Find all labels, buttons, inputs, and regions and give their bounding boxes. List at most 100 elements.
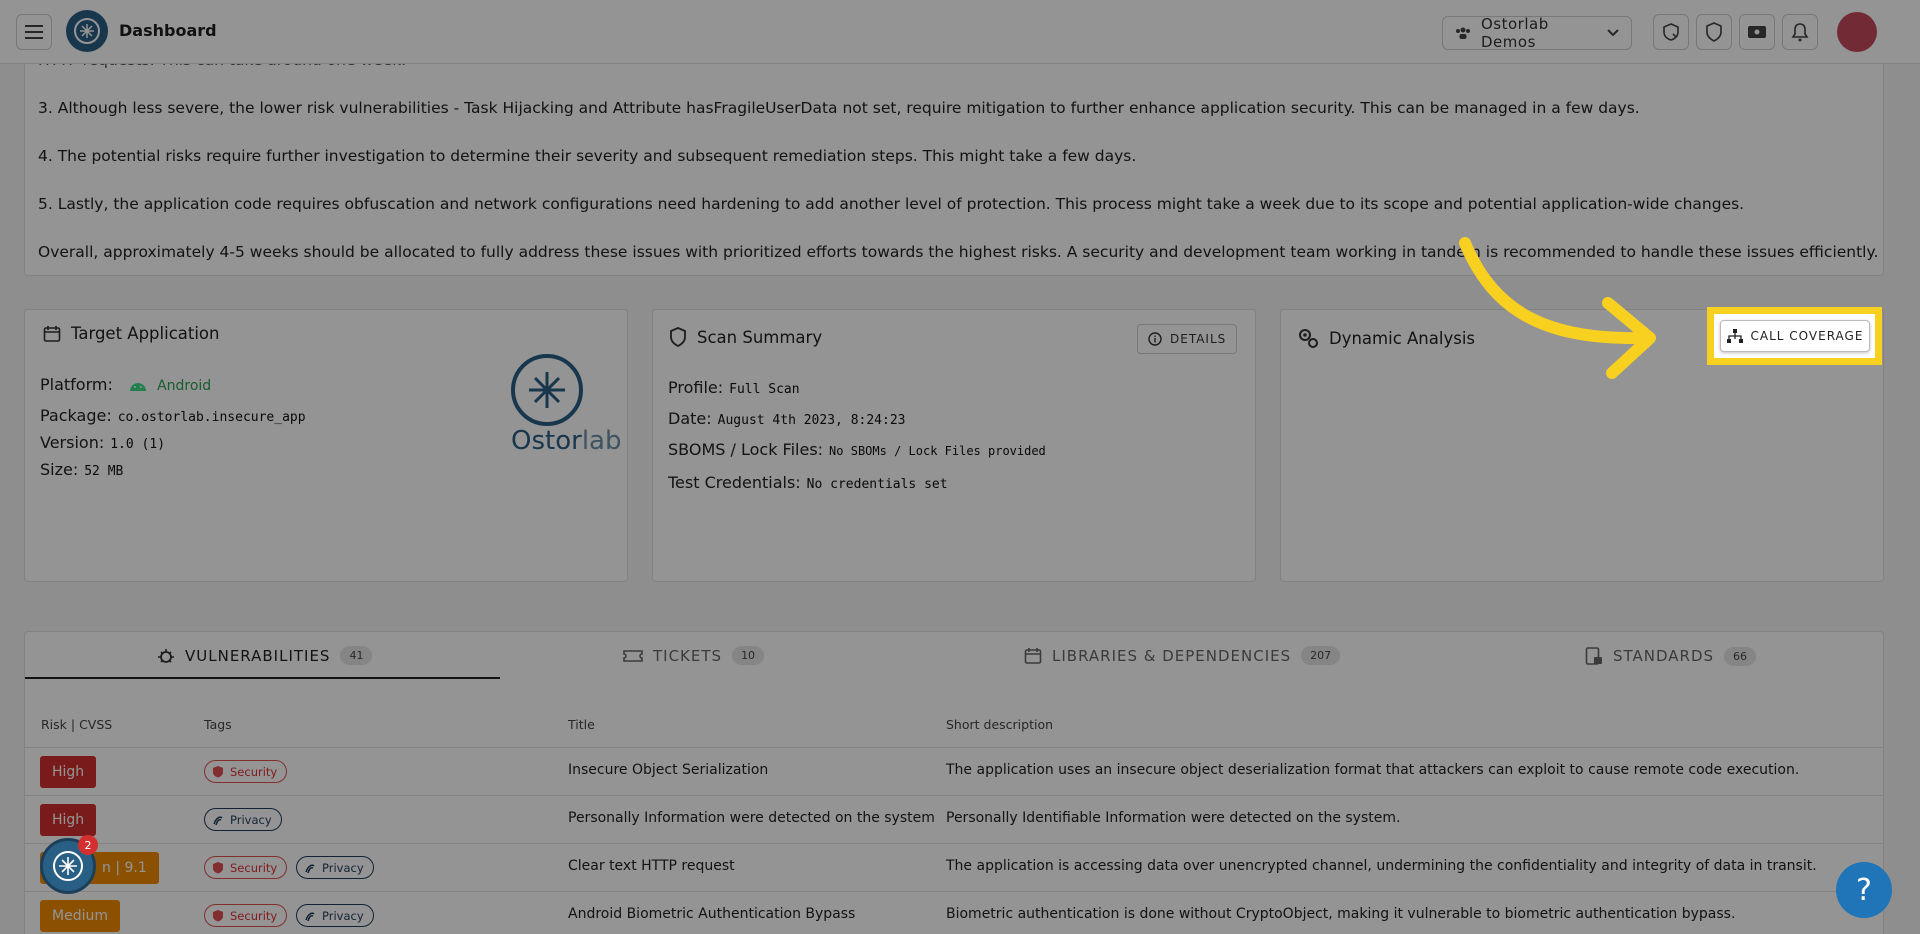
tag-label: Security bbox=[230, 860, 278, 875]
vulnerability-description: The application uses an insecure object … bbox=[946, 762, 1800, 778]
scan-summary-label: Scan Summary bbox=[697, 327, 823, 347]
security-button[interactable] bbox=[1696, 14, 1732, 50]
fingerprint-icon bbox=[305, 864, 315, 873]
vulnerability-title: Insecure Object Serialization bbox=[568, 762, 769, 778]
target-application-title: Target Application bbox=[43, 324, 219, 343]
gears-icon bbox=[1299, 329, 1318, 348]
scan-button[interactable] bbox=[1653, 14, 1689, 50]
logo-icon bbox=[74, 18, 100, 44]
platform-label: Platform: bbox=[40, 375, 113, 394]
shield-outline-icon bbox=[670, 327, 686, 347]
sboms-label: SBOMS / Lock Files: bbox=[668, 440, 824, 459]
date-label: Date: bbox=[668, 409, 712, 428]
vulnerability-description: Biometric authentication is done without… bbox=[946, 906, 1736, 922]
tag-label: Security bbox=[230, 764, 278, 779]
package-row: Package: co.ostorlab.insecure_app bbox=[40, 406, 306, 425]
tab-libraries[interactable]: LIBRARIES & DEPENDENCIES 207 bbox=[1024, 646, 1341, 665]
date-row: Date: August 4th 2023, 8:24:23 bbox=[668, 409, 905, 428]
tag-label: Security bbox=[230, 908, 278, 923]
call-coverage-label: CALL COVERAGE bbox=[1750, 329, 1864, 343]
tickets-button[interactable] bbox=[1739, 14, 1775, 50]
bell-icon bbox=[1791, 23, 1809, 42]
results-tabs-panel: VULNERABILITIES 41 TICKETS 10 LIBRARIES & … bbox=[24, 631, 1884, 934]
platform-row: Platform: Android bbox=[40, 375, 211, 394]
date-value: August 4th 2023, 8:24:23 bbox=[717, 413, 906, 428]
table-row[interactable]: Medium Security Privacy Android Biometri… bbox=[25, 891, 1883, 934]
tag-label: Privacy bbox=[322, 860, 364, 875]
details-label: DETAILS bbox=[1170, 332, 1227, 346]
call-coverage-button[interactable]: CALL COVERAGE bbox=[1720, 320, 1870, 352]
page-title: Dashboard bbox=[119, 21, 217, 40]
app-logo[interactable] bbox=[66, 10, 108, 52]
notification-badge: 2 bbox=[78, 835, 98, 855]
app-logo-icon bbox=[511, 354, 583, 426]
info-icon bbox=[1148, 332, 1162, 346]
version-row: Version: 1.0 (1) bbox=[40, 433, 165, 452]
tab-count: 10 bbox=[732, 646, 765, 665]
profile-label: Profile: bbox=[668, 378, 724, 397]
app-logo-wordmark: Ostorlab bbox=[511, 426, 622, 456]
tab-standards[interactable]: STANDARDS 66 bbox=[1585, 646, 1757, 666]
risk-badge: High bbox=[40, 804, 97, 836]
column-header-risk[interactable]: Risk | CVSS bbox=[41, 717, 112, 732]
fingerprint-icon bbox=[213, 816, 223, 825]
shield-icon bbox=[1706, 22, 1722, 42]
vulnerability-description: Personally Identifiable Information were… bbox=[946, 810, 1401, 826]
help-button[interactable]: ? bbox=[1836, 862, 1892, 918]
table-row[interactable]: n | 9.1 Security Privacy Clear text HTTP… bbox=[25, 843, 1883, 891]
column-header-description[interactable]: Short description bbox=[946, 717, 1053, 732]
users-icon bbox=[1456, 27, 1470, 39]
report-paragraph: 4. The potential risks require further i… bbox=[38, 147, 1137, 165]
organization-label: Ostorlab Demos bbox=[1481, 15, 1549, 51]
size-row: Size: 52 MB bbox=[40, 460, 123, 479]
table-row[interactable]: High Privacy Personally Information were… bbox=[25, 795, 1883, 843]
report-paragraph: 3. Although less severe, the lower risk … bbox=[38, 99, 1640, 117]
ticket-icon bbox=[1748, 26, 1766, 38]
clipboard-lock-icon bbox=[1585, 647, 1602, 665]
scan-summary-card: Scan Summary DETAILS Profile: Full Scan D… bbox=[652, 309, 1256, 582]
organization-select[interactable]: Ostorlab Demos bbox=[1442, 15, 1632, 51]
security-tag: Security bbox=[204, 904, 288, 927]
refresh-shield-icon bbox=[1663, 23, 1679, 41]
menu-button[interactable] bbox=[16, 14, 52, 50]
active-tab-indicator bbox=[25, 677, 500, 679]
notifications-button[interactable] bbox=[1782, 14, 1818, 50]
tab-label: LIBRARIES & DEPENDENCIES bbox=[1052, 646, 1292, 665]
size-label: Size: bbox=[40, 460, 79, 479]
privacy-tag: Privacy bbox=[204, 808, 282, 831]
table-row[interactable]: High Security Insecure Object Serializat… bbox=[25, 747, 1883, 795]
sboms-row: SBOMS / Lock Files: No SBOMs / Lock Files… bbox=[668, 440, 1046, 459]
tab-vulnerabilities[interactable]: VULNERABILITIES 41 bbox=[157, 646, 373, 665]
scan-summary-title: Scan Summary bbox=[669, 327, 822, 347]
ticket-outline-icon bbox=[623, 649, 643, 662]
tutorial-arrow-icon bbox=[1459, 237, 1656, 379]
tag-label: Privacy bbox=[230, 812, 272, 827]
bug-icon bbox=[158, 648, 174, 663]
privacy-tag: Privacy bbox=[296, 904, 374, 927]
privacy-tag: Privacy bbox=[296, 856, 374, 879]
android-icon bbox=[129, 382, 146, 391]
column-header-tags[interactable]: Tags bbox=[204, 717, 232, 732]
tab-tickets[interactable]: TICKETS 10 bbox=[623, 646, 765, 665]
details-button[interactable]: DETAILS bbox=[1137, 324, 1238, 354]
tab-label: VULNERABILITIES bbox=[185, 646, 331, 665]
report-paragraph: 5. Lastly, the application code requires… bbox=[38, 195, 1745, 213]
tab-label: STANDARDS bbox=[1613, 647, 1715, 665]
vulnerability-description: The application is accessing data over u… bbox=[946, 858, 1817, 874]
vulnerability-title: Personally Information were detected on … bbox=[568, 810, 935, 826]
security-tag: Security bbox=[204, 856, 288, 879]
user-avatar[interactable] bbox=[1837, 12, 1877, 52]
risk-badge: High bbox=[40, 756, 97, 788]
credentials-row: Test Credentials: No credentials set bbox=[668, 473, 948, 492]
risk-badge: Medium bbox=[40, 900, 120, 932]
security-tag: Security bbox=[204, 760, 288, 783]
sitemap-icon bbox=[1726, 329, 1743, 343]
version-value: 1.0 (1) bbox=[110, 437, 166, 452]
package-value: co.ostorlab.insecure_app bbox=[117, 410, 306, 425]
target-application-label: Target Application bbox=[71, 324, 220, 343]
profile-value: Full Scan bbox=[729, 382, 800, 397]
menu-icon bbox=[25, 25, 43, 39]
column-header-title[interactable]: Title bbox=[568, 717, 595, 732]
tab-count: 41 bbox=[340, 646, 373, 665]
vulnerability-title: Clear text HTTP request bbox=[568, 858, 735, 874]
